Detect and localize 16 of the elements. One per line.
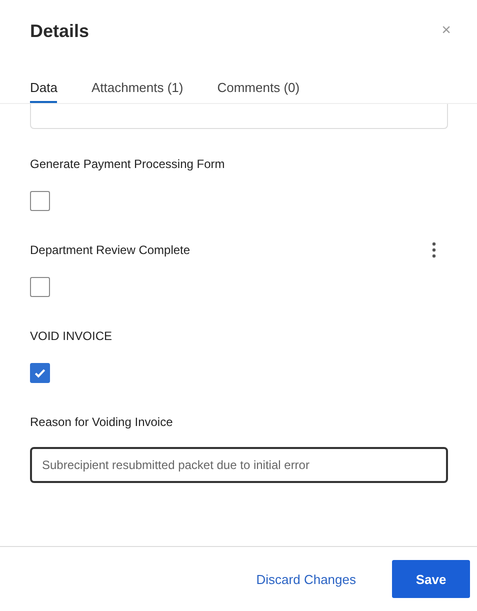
field-label: Generate Payment Processing Form xyxy=(30,157,225,171)
checkbox[interactable] xyxy=(30,277,50,297)
input-field[interactable] xyxy=(30,104,448,129)
tab[interactable]: Attachments (1) xyxy=(91,76,184,103)
checkbox[interactable] xyxy=(30,191,50,211)
tab[interactable]: Comments (0) xyxy=(217,76,300,103)
more-options-icon[interactable] xyxy=(432,242,436,258)
tab[interactable]: Data xyxy=(30,76,58,103)
checkbox[interactable] xyxy=(30,363,50,383)
field-label: Reason for Voiding Invoice xyxy=(30,415,173,429)
dialog-title: Details xyxy=(30,20,90,42)
field-label: Department Review Complete xyxy=(30,243,190,257)
input-field[interactable]: Subrecipient resubmitted packet due to initial error xyxy=(30,447,448,483)
save-button[interactable]: Save xyxy=(392,560,470,598)
field-label: VOID INVOICE xyxy=(30,329,112,343)
discard-changes-button[interactable]: Discard Changes xyxy=(250,570,362,588)
